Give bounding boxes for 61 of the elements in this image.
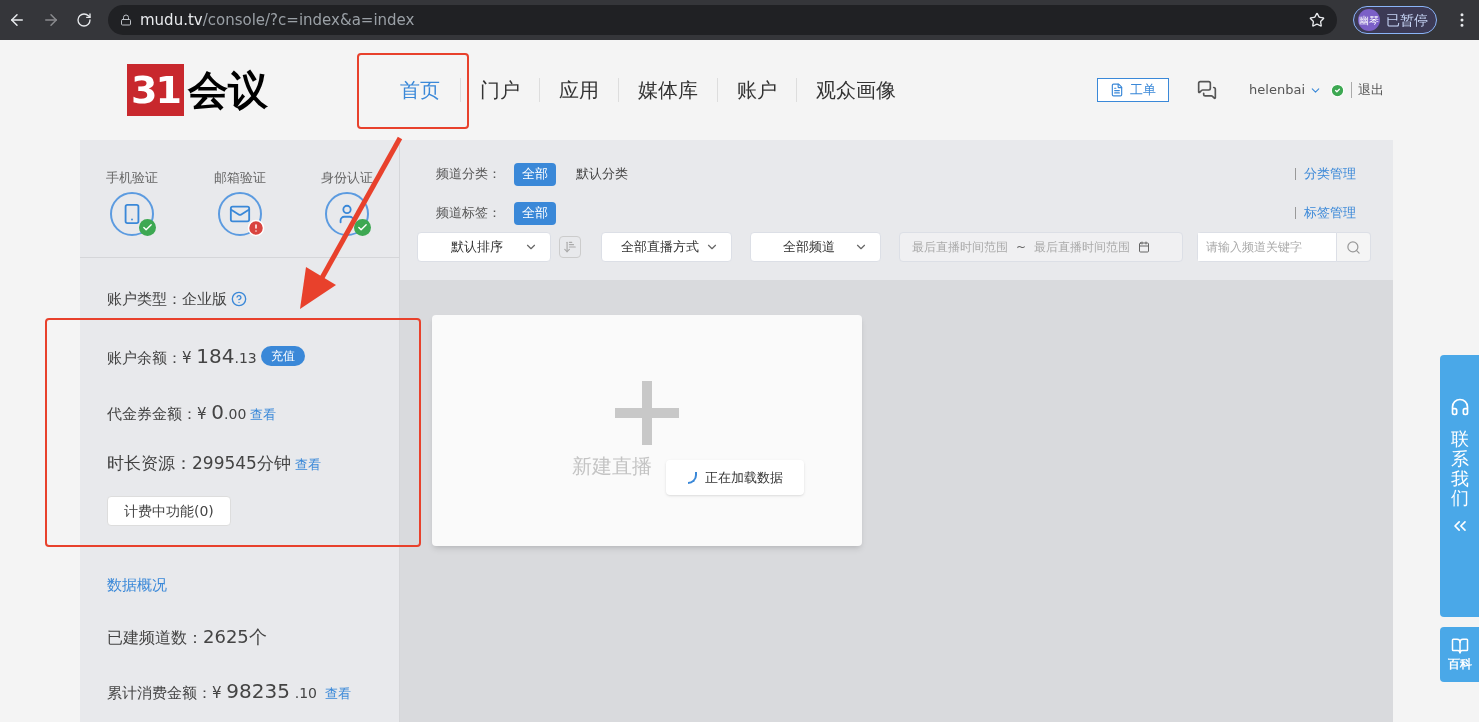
nav-tab[interactable]: 门户 <box>461 75 540 105</box>
nav-tab[interactable]: 媒体库 <box>619 75 718 105</box>
nav-tab[interactable]: 应用 <box>540 75 619 105</box>
filter-option[interactable]: 全部 <box>514 201 556 225</box>
account-type-label: 账户类型： <box>107 289 182 310</box>
balance-amount: ¥ 184.13 <box>182 342 257 370</box>
broadcast-mode-dropdown[interactable]: 全部直播方式 <box>601 232 732 262</box>
nav-tab[interactable]: 观众画像 <box>797 75 916 105</box>
url-host: mudu.tv <box>140 9 203 31</box>
loading-popup: 正在加载数据 <box>666 460 804 495</box>
chat-icon[interactable] <box>1197 80 1218 100</box>
verification-label: 邮箱验证 <box>213 169 266 187</box>
help-icon[interactable] <box>231 291 247 308</box>
headset-icon <box>1449 397 1470 417</box>
channel-dropdown[interactable]: 全部频道 <box>750 232 881 262</box>
address-bar[interactable]: mudu.tv/console/?c=index&a=index <box>108 5 1337 35</box>
total-spend-amount: ¥ 98235 .10 <box>212 677 317 705</box>
filter-label: 频道分类： <box>436 165 502 184</box>
verification-icon[interactable] <box>217 191 262 236</box>
filter-option[interactable]: 全部 <box>514 162 556 186</box>
channel-count-label: 已建频道数： <box>107 626 203 649</box>
voucher-amount: ¥ 0.00 <box>197 398 247 426</box>
verification-icon[interactable] <box>110 191 154 236</box>
calendar-icon <box>1138 241 1151 253</box>
balance-label: 账户余额： <box>107 347 182 369</box>
forward-icon[interactable] <box>42 11 60 29</box>
reload-icon[interactable] <box>76 12 92 28</box>
section-title: 数据概况 <box>107 575 168 596</box>
channel-count-value: 2625个 <box>203 624 267 649</box>
book-icon <box>1450 636 1469 655</box>
back-icon[interactable] <box>8 11 26 29</box>
verified-icon <box>1330 82 1345 98</box>
verification-label: 身份认证 <box>321 169 373 187</box>
plus-icon <box>615 381 679 445</box>
logout-link[interactable]: 退出 <box>1358 80 1384 100</box>
profile-avatar: 幽琴 <box>1358 9 1380 31</box>
account-type-value: 企业版 <box>182 289 227 310</box>
billing-features-button[interactable]: 计费中功能(0) <box>107 496 231 526</box>
document-icon <box>1110 83 1125 97</box>
duration-label: 时长资源： <box>107 451 192 475</box>
bookmark-icon[interactable] <box>1309 12 1325 28</box>
search-field[interactable]: 请输入频道关键字 <box>1197 232 1337 262</box>
username[interactable]: helenbai <box>1249 80 1305 100</box>
search-button[interactable] <box>1337 232 1371 262</box>
spinner-icon <box>687 471 697 484</box>
lock-icon <box>120 14 132 26</box>
logo[interactable]: 31 会议 <box>127 64 269 116</box>
nav-tab[interactable]: 账户 <box>718 75 797 105</box>
filter-option[interactable]: 默认分类 <box>568 162 636 186</box>
filter-label: 频道标签： <box>436 204 502 223</box>
duration-value: 299545分钟 <box>192 451 291 475</box>
search-icon <box>1346 239 1361 255</box>
voucher-label: 代金券金额： <box>107 403 197 425</box>
url-path: /console/?c=index&a=index <box>202 9 415 31</box>
recharge-button[interactable]: 充值 <box>260 345 305 366</box>
sort-dropdown[interactable]: 默认排序 <box>417 232 551 262</box>
date-range-field[interactable]: 最后直播时间范围 ~ 最后直播时间范围 <box>899 232 1183 262</box>
total-spend-label: 累计消费金额： <box>107 682 212 704</box>
work-order-button[interactable]: 工单 <box>1097 78 1170 102</box>
verification-label: 手机验证 <box>106 169 158 187</box>
profile-button[interactable]: 幽琴 已暂停 <box>1353 6 1437 34</box>
